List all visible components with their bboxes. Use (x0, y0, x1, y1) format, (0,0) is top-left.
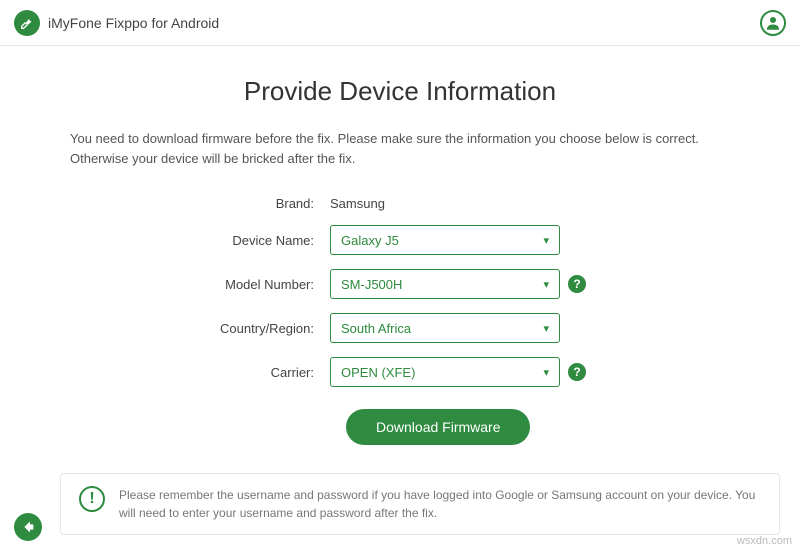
model-number-label: Model Number: (70, 277, 330, 292)
device-name-row: Device Name: Galaxy J5 ▾ (70, 225, 730, 255)
chevron-down-icon: ▾ (543, 234, 549, 247)
brand-row: Brand: Samsung (70, 196, 730, 211)
brand-label: Brand: (70, 196, 330, 211)
help-icon[interactable]: ? (568, 275, 586, 293)
instruction-text: You need to download firmware before the… (70, 129, 730, 168)
back-button[interactable] (14, 513, 42, 541)
download-firmware-button[interactable]: Download Firmware (346, 409, 530, 445)
carrier-label: Carrier: (70, 365, 330, 380)
chevron-down-icon: ▾ (543, 278, 549, 291)
header-left: iMyFone Fixppo for Android (14, 10, 219, 36)
page-title: Provide Device Information (70, 76, 730, 107)
app-title: iMyFone Fixppo for Android (48, 15, 219, 31)
arrow-left-icon (20, 519, 36, 535)
carrier-value: OPEN (XFE) (341, 365, 415, 380)
footer-note: ! Please remember the username and passw… (60, 473, 780, 535)
wrench-icon (14, 10, 40, 36)
help-icon[interactable]: ? (568, 363, 586, 381)
model-number-row: Model Number: SM-J500H ▾ ? (70, 269, 730, 299)
footer-text: Please remember the username and passwor… (119, 486, 761, 522)
main-content: Provide Device Information You need to d… (0, 46, 800, 445)
carrier-row: Carrier: OPEN (XFE) ▾ ? (70, 357, 730, 387)
device-name-label: Device Name: (70, 233, 330, 248)
device-name-value: Galaxy J5 (341, 233, 399, 248)
chevron-down-icon: ▾ (543, 366, 549, 379)
country-value: South Africa (341, 321, 411, 336)
chevron-down-icon: ▾ (543, 322, 549, 335)
model-number-value: SM-J500H (341, 277, 402, 292)
watermark: wsxdn.com (737, 535, 792, 547)
alert-icon: ! (79, 486, 105, 512)
country-select[interactable]: South Africa ▾ (330, 313, 560, 343)
model-number-select[interactable]: SM-J500H ▾ (330, 269, 560, 299)
avatar-icon[interactable] (760, 10, 786, 36)
carrier-select[interactable]: OPEN (XFE) ▾ (330, 357, 560, 387)
country-label: Country/Region: (70, 321, 330, 336)
country-row: Country/Region: South Africa ▾ (70, 313, 730, 343)
header: iMyFone Fixppo for Android (0, 0, 800, 46)
device-name-select[interactable]: Galaxy J5 ▾ (330, 225, 560, 255)
brand-value: Samsung (330, 196, 385, 211)
